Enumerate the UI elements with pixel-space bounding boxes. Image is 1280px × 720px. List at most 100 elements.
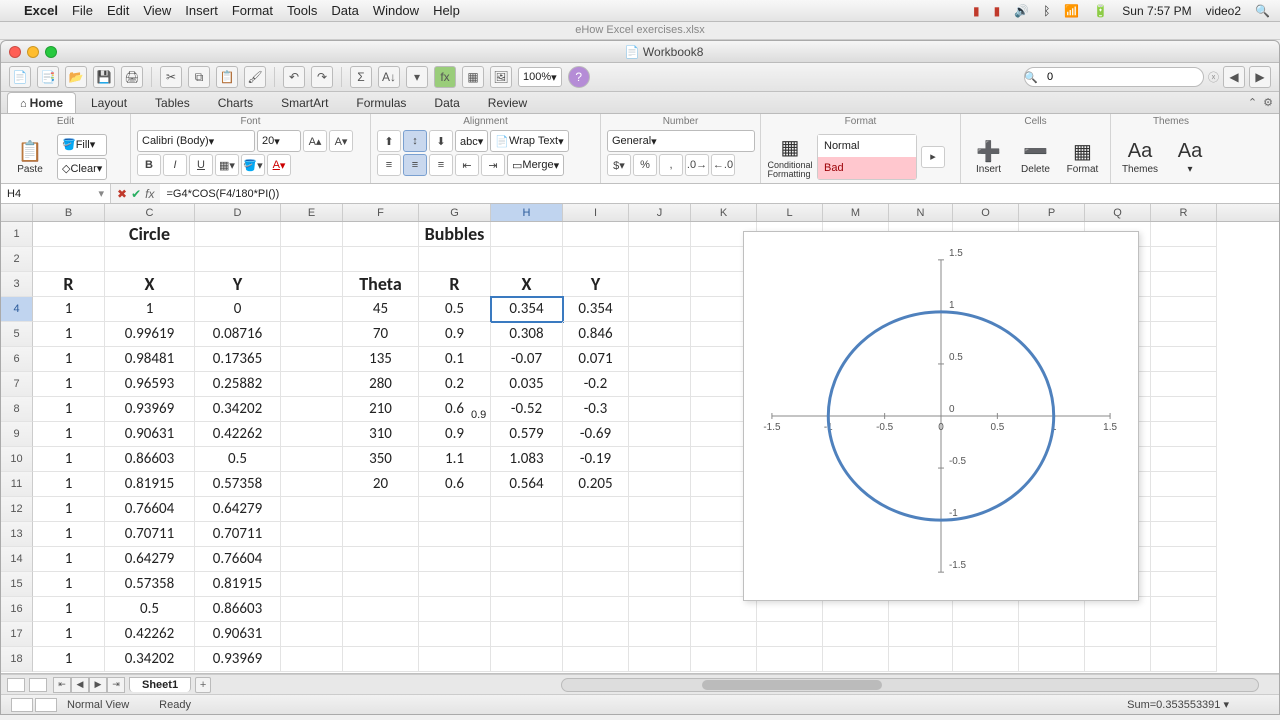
cell-C10[interactable]: 0.86603: [105, 447, 195, 472]
cell-B12[interactable]: 1: [33, 497, 105, 522]
merge-button[interactable]: ▭ Merge ▾: [507, 154, 564, 176]
cell-C17[interactable]: 0.42262: [105, 622, 195, 647]
colh-K[interactable]: K: [691, 204, 757, 221]
cell-Q18[interactable]: [1085, 647, 1151, 672]
menu-format[interactable]: Format: [232, 3, 273, 18]
number-format-select[interactable]: General ▾: [607, 130, 755, 152]
cell-B18[interactable]: 1: [33, 647, 105, 672]
colh-I[interactable]: I: [563, 204, 629, 221]
search-next-button[interactable]: ▶: [1249, 66, 1271, 88]
cell-I8[interactable]: -0.3: [563, 397, 629, 422]
autosum-button[interactable]: Σ: [350, 66, 372, 88]
cell-B10[interactable]: 1: [33, 447, 105, 472]
colh-D[interactable]: D: [195, 204, 281, 221]
cell-B1[interactable]: [33, 222, 105, 247]
cell-F15[interactable]: [343, 572, 419, 597]
zoom-window-button[interactable]: [45, 46, 57, 58]
ribbon-settings-icon[interactable]: ⚙: [1263, 96, 1273, 109]
cell-D11[interactable]: 0.57358: [195, 472, 281, 497]
worksheet-grid[interactable]: B C D E F G H I J K L M N O P Q R 1 Circl…: [1, 204, 1279, 674]
cell-G7[interactable]: 0.2: [419, 372, 491, 397]
cell-F17[interactable]: [343, 622, 419, 647]
cell-F13[interactable]: [343, 522, 419, 547]
cell-H4[interactable]: 0.354: [491, 297, 563, 322]
align-bottom-button[interactable]: ⬇: [429, 130, 453, 152]
cell-B5[interactable]: 1: [33, 322, 105, 347]
cell-D4[interactable]: 0: [195, 297, 281, 322]
cell-I4[interactable]: 0.354: [563, 297, 629, 322]
wifi-icon[interactable]: 📶: [1064, 4, 1079, 18]
add-sheet-button[interactable]: +: [195, 677, 211, 693]
themes-button[interactable]: AaThemes: [1117, 132, 1163, 182]
cell-E4[interactable]: [281, 297, 343, 322]
cell-M17[interactable]: [823, 622, 889, 647]
cell-D12[interactable]: 0.64279: [195, 497, 281, 522]
rowh-3[interactable]: 3: [1, 272, 33, 297]
cell-C1[interactable]: Circle: [105, 222, 195, 247]
align-middle-button[interactable]: ↕: [403, 130, 427, 152]
rowh-10[interactable]: 10: [1, 447, 33, 472]
align-top-button[interactable]: ⬆: [377, 130, 401, 152]
rowh-4[interactable]: 4: [1, 297, 33, 322]
menu-insert[interactable]: Insert: [185, 3, 218, 18]
underline-button[interactable]: U: [189, 154, 213, 176]
cell-B8[interactable]: 1: [33, 397, 105, 422]
align-left-button[interactable]: ≡: [377, 154, 401, 176]
cell-E1[interactable]: [281, 222, 343, 247]
cell-F2[interactable]: [343, 247, 419, 272]
cell-L18[interactable]: [757, 647, 823, 672]
cell-H11[interactable]: 0.564: [491, 472, 563, 497]
decrease-decimal-button[interactable]: ←.0: [711, 154, 735, 176]
increase-decimal-button[interactable]: .0→: [685, 154, 709, 176]
app-name[interactable]: Excel: [24, 3, 58, 18]
menu-tools[interactable]: Tools: [287, 3, 317, 18]
cell-B4[interactable]: 1: [33, 297, 105, 322]
cell-I3[interactable]: Y: [563, 272, 629, 297]
cell-I5[interactable]: 0.846: [563, 322, 629, 347]
percent-button[interactable]: %: [633, 154, 657, 176]
cell-F6[interactable]: 135: [343, 347, 419, 372]
cell-R2[interactable]: [1151, 247, 1217, 272]
cell-D16[interactable]: 0.86603: [195, 597, 281, 622]
sheet-tab-active[interactable]: Sheet1: [129, 677, 191, 692]
cell-H12[interactable]: [491, 497, 563, 522]
cell-I17[interactable]: [563, 622, 629, 647]
rowh-5[interactable]: 5: [1, 322, 33, 347]
cell-G10[interactable]: 1.1: [419, 447, 491, 472]
colh-P[interactable]: P: [1019, 204, 1085, 221]
cell-H17[interactable]: [491, 622, 563, 647]
cell-H18[interactable]: [491, 647, 563, 672]
battery-icon[interactable]: 🔋: [1093, 4, 1108, 18]
cell-E5[interactable]: [281, 322, 343, 347]
cell-N17[interactable]: [889, 622, 953, 647]
cell-O18[interactable]: [953, 647, 1019, 672]
rowh-15[interactable]: 15: [1, 572, 33, 597]
cell-F5[interactable]: 70: [343, 322, 419, 347]
cell-C4[interactable]: 1: [105, 297, 195, 322]
cell-R13[interactable]: [1151, 522, 1217, 547]
column-headers[interactable]: B C D E F G H I J K L M N O P Q R: [1, 204, 1279, 222]
rowh-13[interactable]: 13: [1, 522, 33, 547]
cell-P17[interactable]: [1019, 622, 1085, 647]
cell-G11[interactable]: 0.6: [419, 472, 491, 497]
cell-F9[interactable]: 310: [343, 422, 419, 447]
cell-H15[interactable]: [491, 572, 563, 597]
search-clear-icon[interactable]: ⓧ: [1208, 69, 1219, 85]
rowh-2[interactable]: 2: [1, 247, 33, 272]
cell-G14[interactable]: [419, 547, 491, 572]
cell-C8[interactable]: 0.93969: [105, 397, 195, 422]
colh-H[interactable]: H: [491, 204, 563, 221]
cell-B2[interactable]: [33, 247, 105, 272]
cell-E11[interactable]: [281, 472, 343, 497]
cell-D17[interactable]: 0.90631: [195, 622, 281, 647]
cell-C14[interactable]: 0.64279: [105, 547, 195, 572]
cell-R17[interactable]: [1151, 622, 1217, 647]
filter-button[interactable]: ▾: [406, 66, 428, 88]
cell-H14[interactable]: [491, 547, 563, 572]
rowh-17[interactable]: 17: [1, 622, 33, 647]
cell-I11[interactable]: 0.205: [563, 472, 629, 497]
save-button[interactable]: 💾: [93, 66, 115, 88]
rowh-6[interactable]: 6: [1, 347, 33, 372]
media-button[interactable]: 🖼: [490, 66, 512, 88]
fill-color-button[interactable]: 🪣▾: [241, 154, 265, 176]
